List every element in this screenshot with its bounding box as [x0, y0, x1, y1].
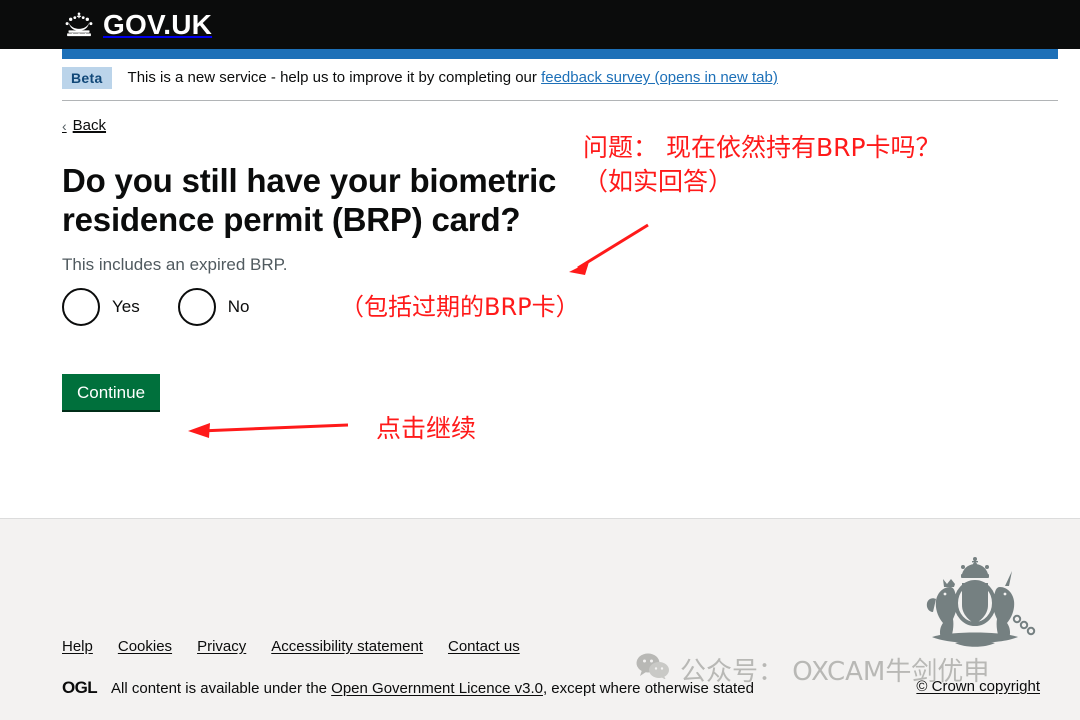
footer-link-cookies[interactable]: Cookies [118, 638, 172, 655]
crown-icon [62, 11, 96, 39]
gov-uk-logo-text: GOV.UK [103, 8, 213, 40]
footer-link-accessibility-statement[interactable]: Accessibility statement [271, 638, 423, 655]
footer-link-privacy[interactable]: Privacy [197, 638, 246, 655]
phase-banner: Beta This is a new service - help us to … [62, 59, 1058, 102]
beta-tag: Beta [62, 67, 112, 90]
phase-banner-message: This is a new service - help us to impro… [127, 69, 542, 87]
radio-option-no[interactable]: No [177, 287, 250, 326]
blue-accent-bar [62, 49, 1058, 59]
chevron-left-icon: ‹ [62, 117, 67, 134]
ogl-logo-icon: OGL [62, 678, 98, 697]
licence-text-before: All content is available under the [111, 679, 332, 697]
footer-link-contact-us[interactable]: Contact us [448, 638, 520, 655]
page-title: Do you still have your biometric residen… [62, 161, 557, 238]
radio-group: Yes No [62, 287, 602, 326]
crown-copyright: © Crown copyright [916, 678, 1040, 695]
annotation-question-line2: （如实回答） [583, 166, 734, 196]
back-link-label: Back [72, 117, 107, 135]
gov-uk-header: GOV.UK [0, 0, 1080, 49]
arrow-to-continue [188, 423, 349, 438]
page-footer: Help Cookies Privacy Accessibility state… [0, 518, 1080, 720]
radio-option-yes[interactable]: Yes [62, 287, 140, 326]
feedback-survey-link[interactable]: feedback survey (opens in new tab) [541, 69, 778, 86]
back-link[interactable]: ‹ Back [62, 117, 106, 134]
question-hint: This includes an expired BRP. [62, 255, 288, 275]
gov-uk-logo-link[interactable]: GOV.UK [62, 8, 213, 40]
crown-copyright-link[interactable]: © Crown copyright [916, 678, 1040, 695]
main-content: Do you still have your biometric residen… [62, 162, 602, 411]
radio-circle-no[interactable] [177, 287, 216, 326]
open-government-licence-link[interactable]: Open Government Licence v3.0 [331, 680, 543, 697]
annotation-question-line1: 问题： 现在依然持有BRP卡吗？ [583, 133, 941, 162]
footer-links: Help Cookies Privacy Accessibility state… [62, 638, 520, 655]
continue-button[interactable]: Continue [62, 373, 161, 411]
annotation-question: 问题： 现在依然持有BRP卡吗？ （如实回答） [583, 131, 941, 199]
royal-coat-of-arms-icon [910, 553, 1040, 657]
licence-text-after: , except where otherwise stated [542, 679, 754, 697]
footer-licence: OGL All content is available under the O… [62, 678, 754, 698]
licence-text: All content is available under the Open … [111, 680, 754, 697]
footer-link-help[interactable]: Help [62, 638, 93, 655]
radio-circle-yes[interactable] [62, 287, 100, 326]
annotation-click-continue: 点击继续 [376, 414, 477, 443]
radio-label-no: No [227, 296, 250, 316]
phase-banner-text: This is a new service - help us to impro… [128, 69, 778, 87]
radio-label-yes: Yes [112, 296, 140, 316]
